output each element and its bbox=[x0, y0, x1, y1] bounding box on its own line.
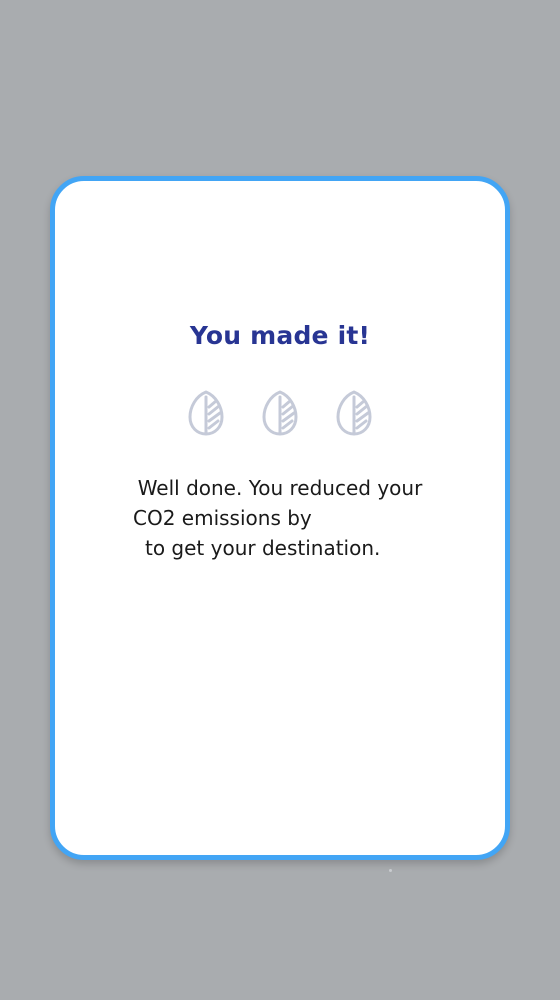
page-indicator-dot bbox=[389, 869, 392, 872]
leaf-icons-row bbox=[55, 387, 505, 439]
leaf-icon bbox=[262, 390, 298, 436]
message-line: CO2 emissions by bbox=[133, 506, 312, 530]
result-message: Well done. You reduced your CO2 emission… bbox=[55, 473, 505, 563]
message-line: to get your destination. bbox=[145, 536, 381, 560]
message-line: Well done. You reduced your bbox=[137, 476, 423, 500]
leaf-icon bbox=[336, 390, 372, 436]
card-title: You made it! bbox=[189, 321, 371, 350]
leaf-icon bbox=[188, 390, 224, 436]
result-card: You made it! Well done. You reduced your… bbox=[50, 176, 510, 860]
